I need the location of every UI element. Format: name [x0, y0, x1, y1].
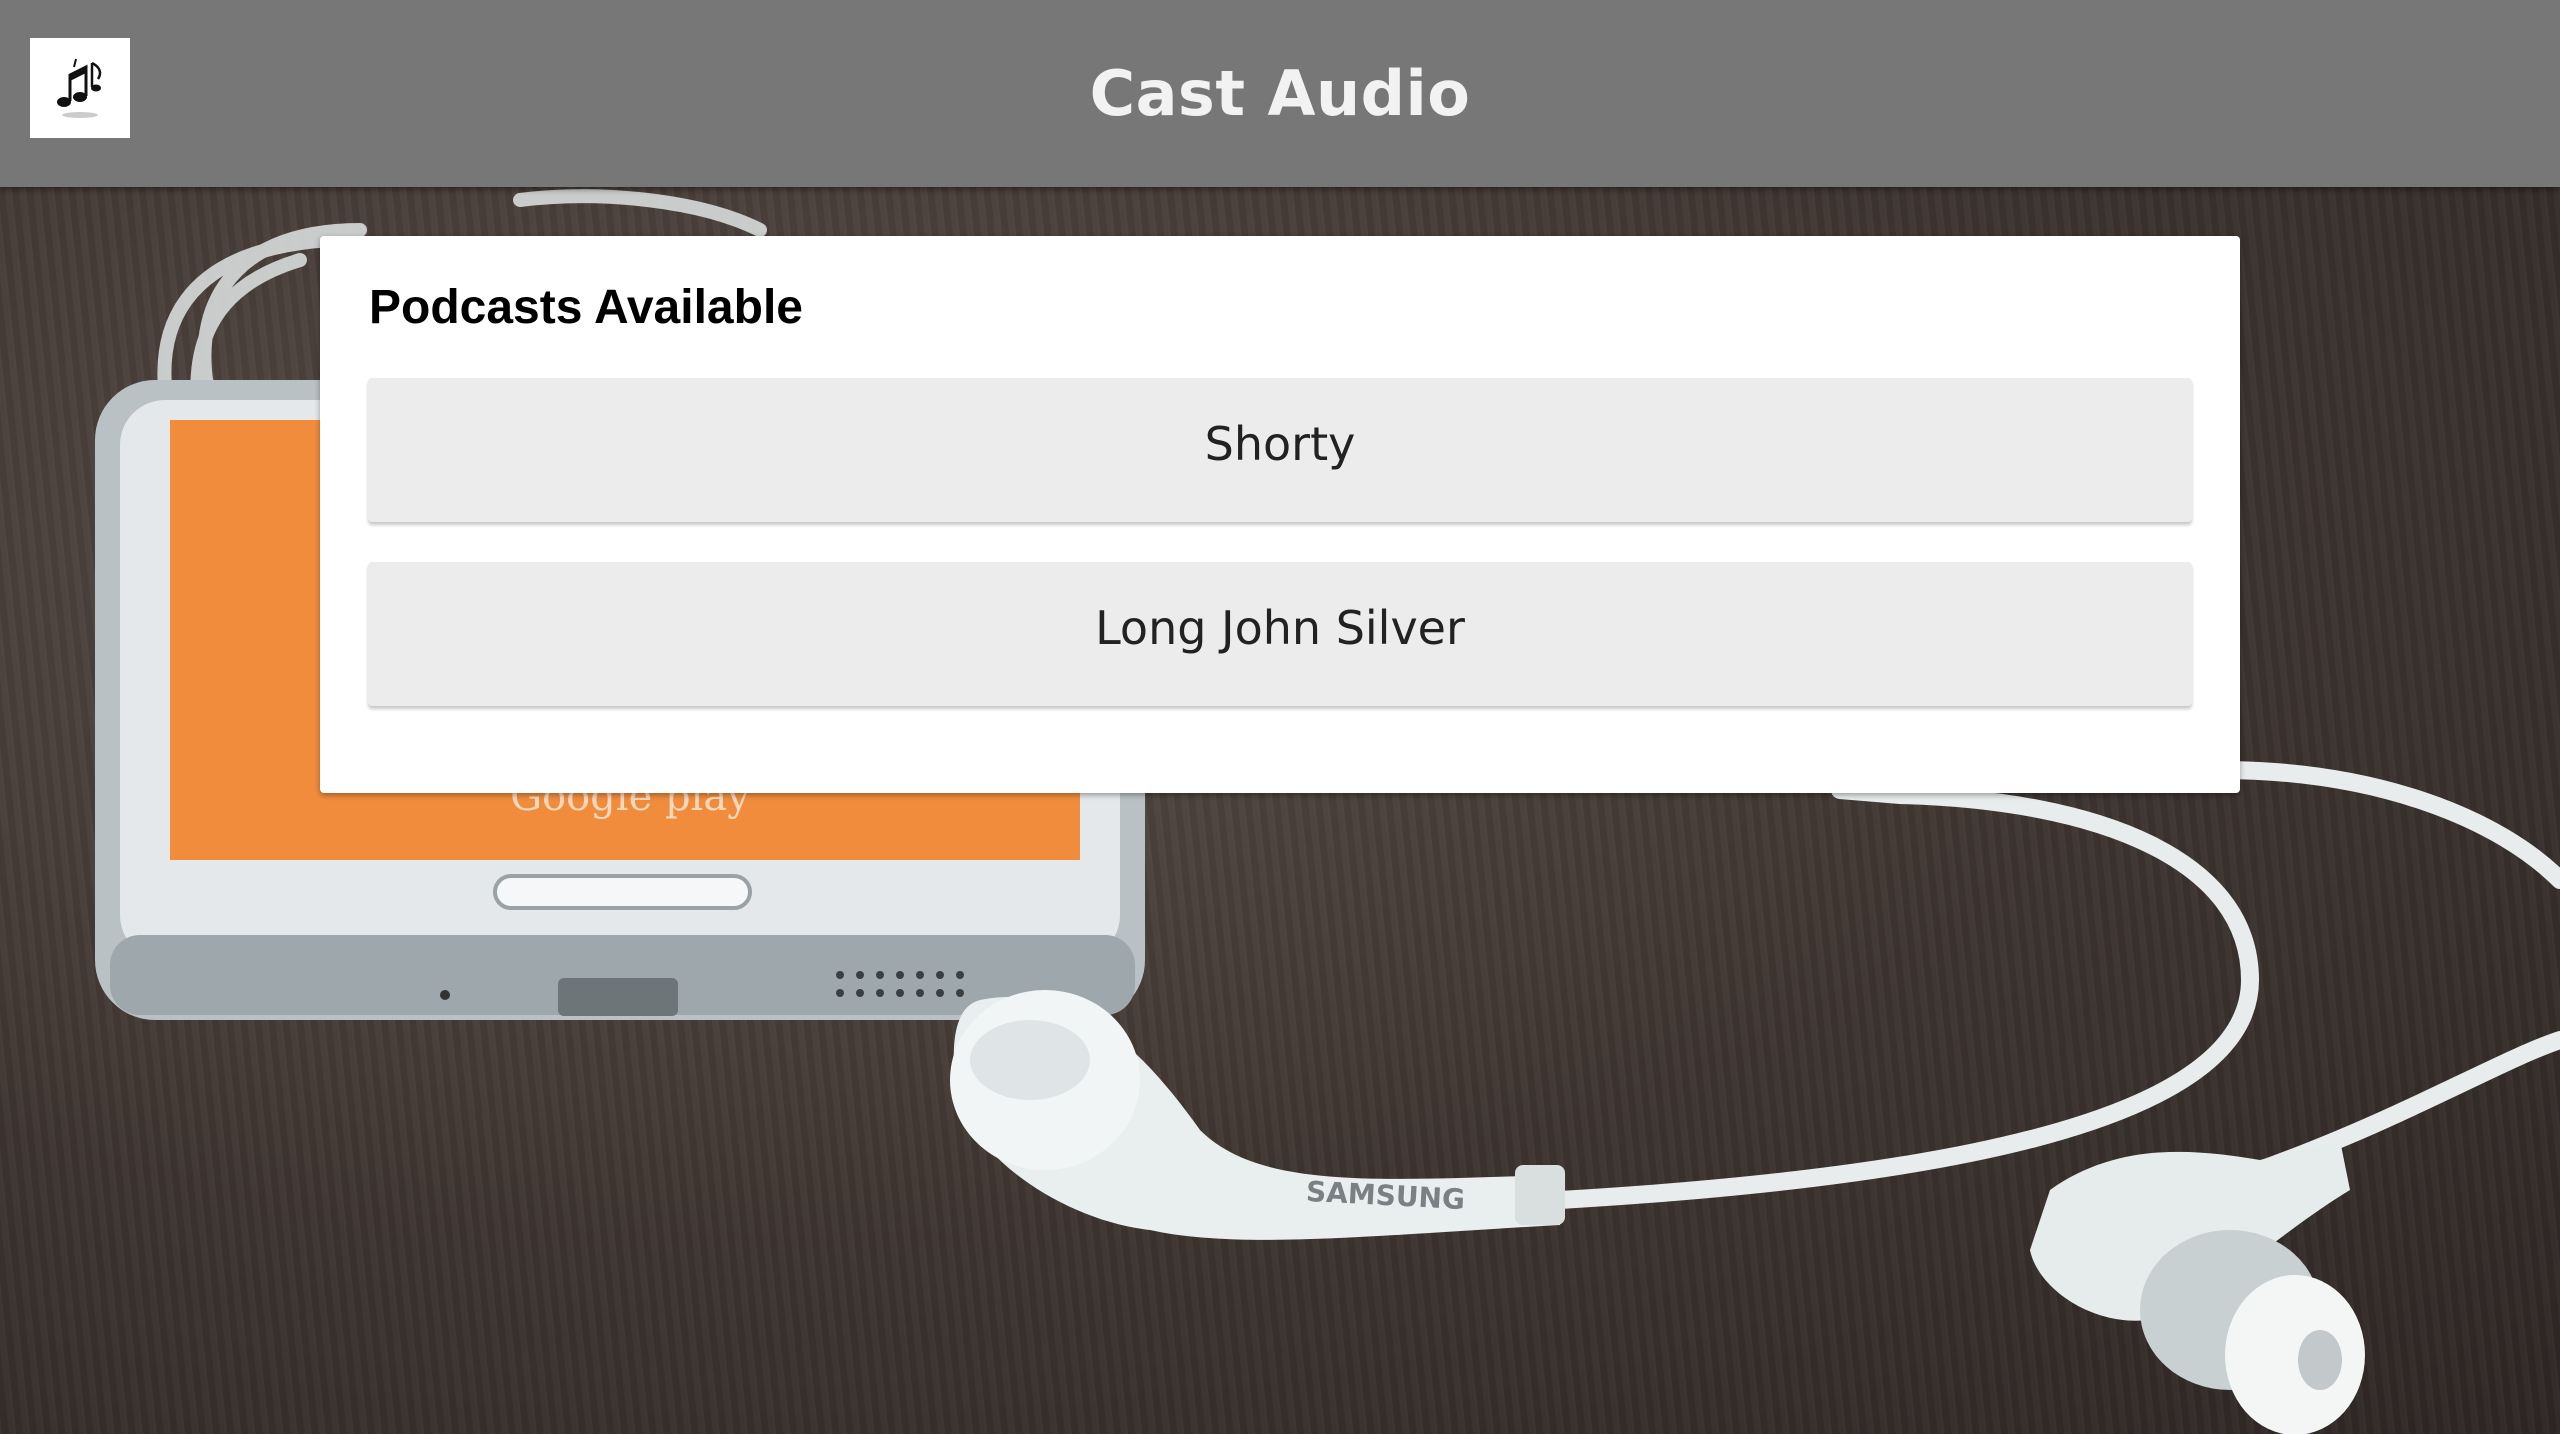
- podcasts-card: Podcasts Available Shorty Long John Silv…: [320, 236, 2240, 793]
- earbud-right: [2030, 1140, 2365, 1434]
- podcast-item-label: Long John Silver: [1095, 601, 1465, 655]
- podcasts-heading: Podcasts Available: [369, 281, 803, 334]
- page: Google play SAMSUNG Cast Audio Podcasts …: [0, 0, 2560, 1434]
- earbud-left: SAMSUNG: [950, 990, 1565, 1240]
- app-title: Cast Audio: [1089, 57, 1471, 130]
- podcast-item-shorty[interactable]: Shorty: [368, 378, 2192, 522]
- podcast-item-long-john-silver[interactable]: Long John Silver: [368, 562, 2192, 706]
- podcast-item-label: Shorty: [1204, 417, 1356, 471]
- app-header: Cast Audio: [0, 0, 2560, 187]
